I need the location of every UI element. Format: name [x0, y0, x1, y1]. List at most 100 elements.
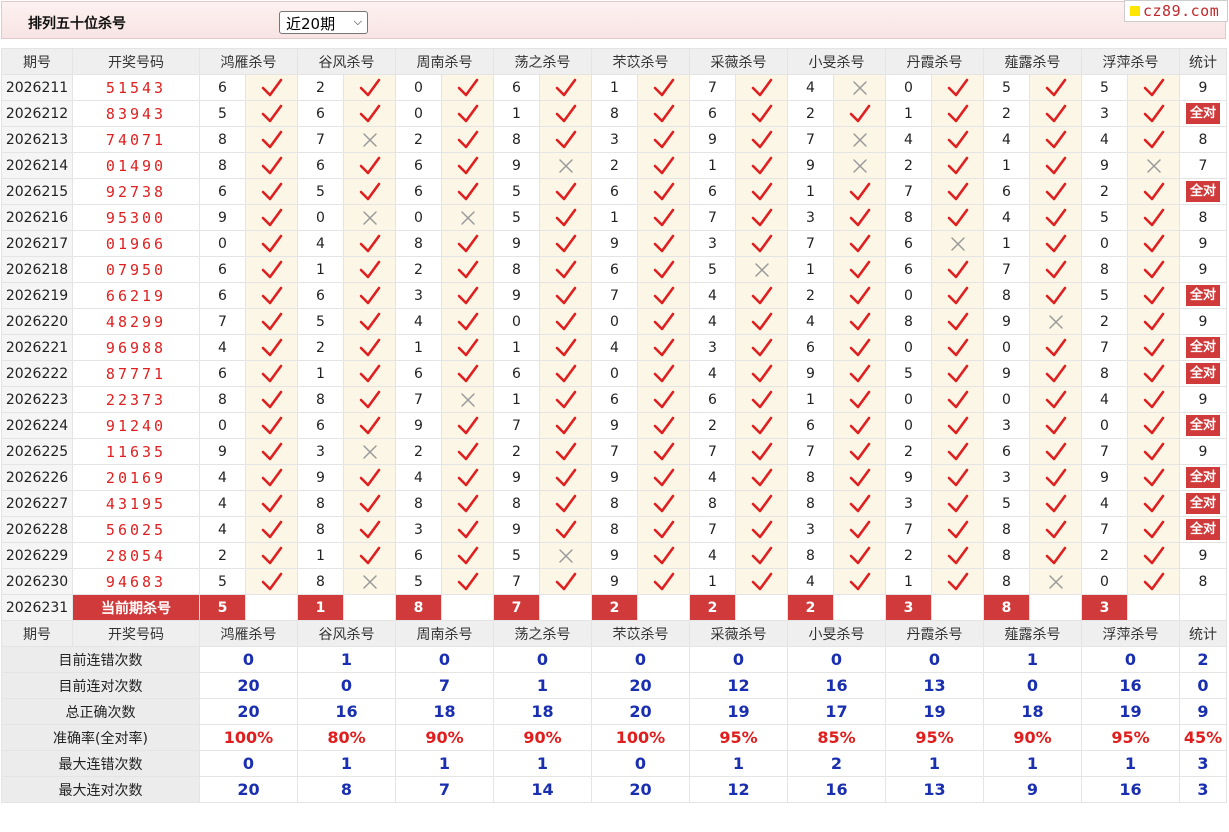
kill-number-cell: 0	[199, 412, 246, 439]
summary-value: 7	[395, 672, 494, 699]
summary-header-row: 期号 开奖号码 鸿雁杀号 谷风杀号 周南杀号 荡之杀号 芣苡杀号 采薇杀号 小旻杀号 丹霞杀号 薤露…	[1, 620, 1227, 647]
result-mark-cell	[1127, 334, 1180, 361]
check-icon	[1045, 494, 1066, 512]
check-icon	[261, 234, 282, 252]
check-icon	[751, 520, 772, 538]
period-select[interactable]: 近20期 ⌵	[279, 11, 368, 34]
check-icon	[359, 286, 380, 304]
result-mark-cell	[931, 100, 984, 127]
result-mark-cell	[441, 204, 494, 231]
issue-cell: 2026226	[1, 464, 73, 491]
check-icon	[1143, 286, 1164, 304]
check-icon	[849, 234, 870, 252]
kill-number-cell: 8	[787, 464, 834, 491]
check-icon	[947, 104, 968, 122]
current-kill-number: 3	[1081, 594, 1128, 621]
check-icon	[555, 364, 576, 382]
result-mark-cell	[833, 516, 886, 543]
result-mark-cell	[245, 412, 298, 439]
check-icon	[457, 546, 478, 564]
check-icon	[1143, 312, 1164, 330]
kill-number-cell: 6	[689, 178, 736, 205]
result-mark-cell	[1029, 230, 1082, 257]
summary-value: 1	[885, 750, 984, 777]
result-mark-cell	[245, 100, 298, 127]
result-mark-cell	[539, 204, 592, 231]
summary-row: 最大连错次数 0 1 1 1 0 1 2 1 1 1 3	[1, 750, 1227, 777]
kill-number-cell: 8	[395, 230, 442, 257]
result-mark-cell	[1029, 178, 1082, 205]
cross-icon	[852, 80, 867, 95]
kill-number-cell: 3	[1081, 100, 1128, 127]
kill-number-cell: 2	[493, 438, 540, 465]
current-kill-number: 3	[885, 594, 932, 621]
result-mark-cell	[931, 360, 984, 387]
check-icon	[849, 494, 870, 512]
kill-number-cell: 5	[493, 178, 540, 205]
kill-number-cell: 3	[983, 464, 1030, 491]
summary-value: 20	[199, 672, 298, 699]
full-correct-badge: 全对	[1185, 103, 1220, 124]
kill-number-cell: 6	[885, 230, 932, 257]
result-mark-cell	[637, 74, 690, 101]
kill-number-cell: 9	[787, 152, 834, 179]
check-icon	[261, 286, 282, 304]
header-expert: 芣苡杀号	[591, 620, 690, 647]
check-icon	[359, 364, 380, 382]
result-mark-cell	[343, 516, 396, 543]
check-icon	[849, 572, 870, 590]
check-icon	[1143, 208, 1164, 226]
check-icon	[1143, 572, 1164, 590]
result-mark-cell	[735, 334, 788, 361]
site-logo[interactable]: cz89.com	[1124, 0, 1228, 22]
summary-label: 目前连对次数	[1, 672, 200, 699]
header-stat: 统计	[1179, 620, 1227, 647]
stat-cell: 全对	[1179, 100, 1227, 127]
check-icon	[555, 260, 576, 278]
cross-icon	[852, 158, 867, 173]
summary-value: 1	[689, 750, 788, 777]
check-icon	[555, 338, 576, 356]
kill-number-cell: 5	[1081, 204, 1128, 231]
kill-number-cell: 0	[1081, 412, 1128, 439]
current-blank-cell	[1127, 594, 1180, 621]
issue-cell: 2026211	[1, 74, 73, 101]
full-correct-badge: 全对	[1185, 181, 1220, 202]
check-icon	[751, 104, 772, 122]
top-bar: 排列五十位杀号 近20期 ⌵	[1, 1, 1226, 39]
kill-number-cell: 6	[983, 178, 1030, 205]
result-mark-cell	[539, 360, 592, 387]
kill-number-cell: 8	[885, 204, 932, 231]
check-icon	[653, 572, 674, 590]
check-icon	[457, 494, 478, 512]
kill-number-cell: 7	[199, 308, 246, 335]
check-icon	[751, 390, 772, 408]
kill-number-cell: 8	[1081, 256, 1128, 283]
summary-value: 12	[689, 672, 788, 699]
kill-number-cell: 1	[983, 230, 1030, 257]
summary-value: 18	[395, 698, 494, 725]
kill-number-cell: 9	[493, 464, 540, 491]
cross-icon	[754, 262, 769, 277]
check-icon	[359, 494, 380, 512]
check-icon	[653, 312, 674, 330]
result-mark-cell	[441, 100, 494, 127]
summary-value: 1	[1081, 750, 1180, 777]
kill-number-cell: 0	[885, 386, 932, 413]
result-mark-cell	[735, 360, 788, 387]
check-icon	[457, 182, 478, 200]
summary-value: 14	[493, 776, 592, 803]
result-mark-cell	[637, 282, 690, 309]
current-blank-cell	[931, 594, 984, 621]
kill-number-cell: 0	[199, 230, 246, 257]
kill-number-cell: 1	[493, 334, 540, 361]
cross-icon	[1048, 314, 1063, 329]
result-mark-cell	[245, 74, 298, 101]
check-icon	[359, 78, 380, 96]
result-mark-cell	[343, 334, 396, 361]
issue-cell: 2026227	[1, 490, 73, 517]
issue-cell: 2026212	[1, 100, 73, 127]
result-mark-cell	[637, 464, 690, 491]
result-mark-cell	[343, 464, 396, 491]
result-mark-cell	[931, 464, 984, 491]
